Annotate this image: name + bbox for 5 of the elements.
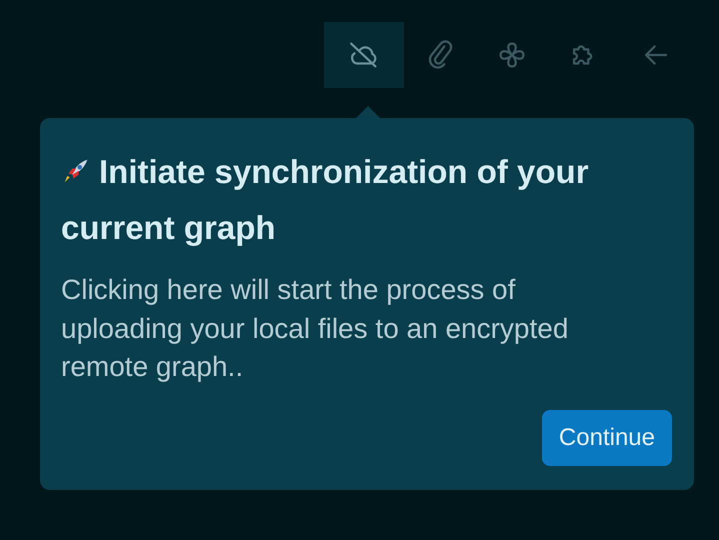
popover-title: Initiate synchronization of your xyxy=(99,153,589,190)
popover-title: current graph xyxy=(61,209,276,246)
toolbar-button[interactable] xyxy=(324,22,404,88)
popover-description: Clicking here will start the process of uploading your local files to an encrypted remote graph.. xyxy=(61,273,570,384)
continue-button[interactable]: Continue xyxy=(542,410,672,466)
